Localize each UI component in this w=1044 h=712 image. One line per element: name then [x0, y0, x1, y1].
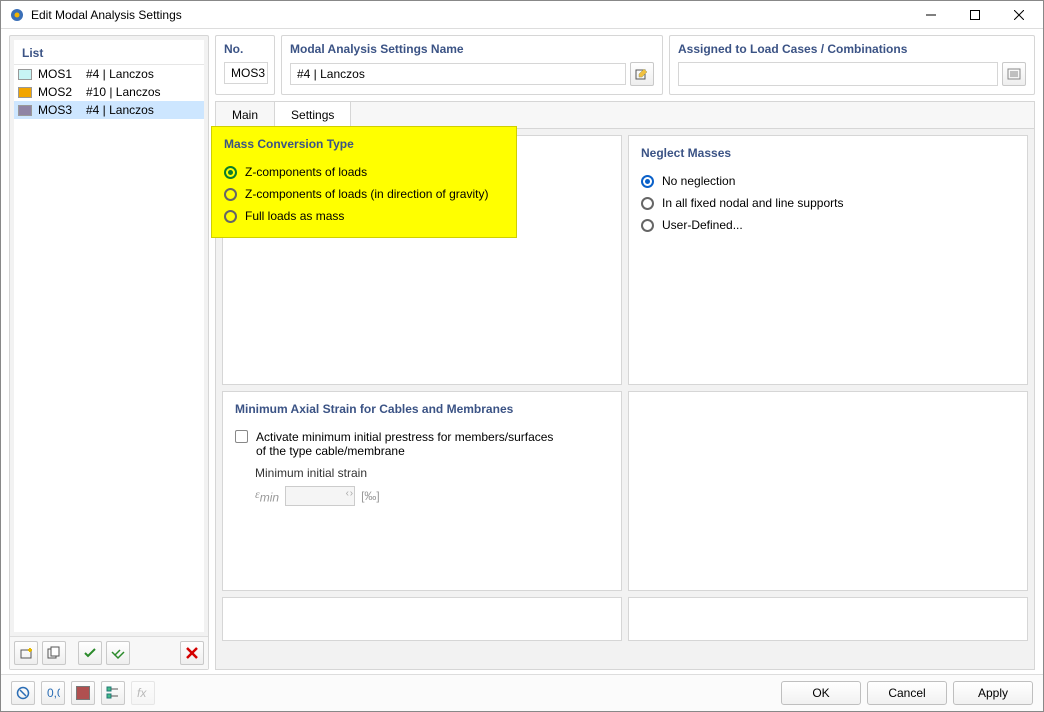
list-item[interactable]: MOS1 #4 | Lanczos: [14, 65, 204, 83]
assigned-input[interactable]: [678, 62, 998, 86]
min-strain-unit: [‰]: [361, 489, 380, 503]
radio-no-neglection[interactable]: No neglection: [641, 170, 1015, 192]
list-item-id: MOS1: [38, 67, 80, 81]
radio-all-fixed[interactable]: In all fixed nodal and line supports: [641, 192, 1015, 214]
ok-button[interactable]: OK: [781, 681, 861, 705]
epsilon-symbol: εmin: [255, 487, 279, 504]
tree-button[interactable]: [101, 681, 125, 705]
radio-icon: [224, 210, 237, 223]
cancel-button[interactable]: Cancel: [867, 681, 947, 705]
titlebar: Edit Modal Analysis Settings: [1, 1, 1043, 29]
list-header: List: [14, 40, 204, 65]
svg-text:0,00: 0,00: [47, 686, 60, 700]
settings-name-input[interactable]: #4 | Lanczos: [290, 63, 626, 85]
function-button[interactable]: fx: [131, 681, 155, 705]
list-item-name: #10 | Lanczos: [86, 85, 161, 99]
empty-group-1: [628, 391, 1028, 591]
list-item-id: MOS2: [38, 85, 80, 99]
name-label: Modal Analysis Settings Name: [282, 36, 662, 58]
new-item-button[interactable]: [14, 641, 38, 665]
radio-label: In all fixed nodal and line supports: [662, 196, 843, 210]
color-swatch: [18, 87, 32, 98]
svg-text:fx: fx: [137, 686, 147, 700]
list-toolbar: [10, 636, 208, 669]
close-button[interactable]: [997, 1, 1041, 29]
activate-prestress-row[interactable]: Activate minimum initial prestress for m…: [235, 426, 609, 462]
tab-settings[interactable]: Settings: [275, 102, 351, 129]
units-button[interactable]: 0,00: [41, 681, 65, 705]
radio-label: Z-components of loads (in direction of g…: [245, 187, 488, 201]
delete-item-button[interactable]: [180, 641, 204, 665]
min-strain-spinner[interactable]: [285, 486, 355, 506]
neglect-title: Neglect Masses: [641, 146, 1015, 160]
radio-icon: [641, 219, 654, 232]
min-strain-title: Minimum Axial Strain for Cables and Memb…: [235, 402, 609, 416]
radio-z-components-gravity[interactable]: Z-components of loads (in direction of g…: [224, 183, 504, 205]
radio-full-loads[interactable]: Full loads as mass: [224, 205, 504, 227]
bottom-toolbar: 0,00 fx OK Cancel Apply: [1, 674, 1043, 711]
help-button[interactable]: [11, 681, 35, 705]
empty-group-2: [222, 597, 622, 641]
list-item-name: #4 | Lanczos: [86, 67, 154, 81]
color-button[interactable]: [71, 681, 95, 705]
assigned-box: Assigned to Load Cases / Combinations: [669, 35, 1035, 95]
neglect-masses-group: Neglect Masses No neglection In all fixe…: [628, 135, 1028, 385]
mass-conversion-title: Mass Conversion Type: [224, 137, 504, 151]
checkbox-label: Activate minimum initial prestress for m…: [256, 430, 556, 458]
assigned-details-icon[interactable]: [1002, 62, 1026, 86]
radio-icon: [224, 188, 237, 201]
radio-icon: [641, 175, 654, 188]
list-item-name: #4 | Lanczos: [86, 103, 154, 117]
color-swatch: [18, 105, 32, 116]
number-label: No.: [216, 36, 274, 58]
copy-item-button[interactable]: [42, 641, 66, 665]
maximize-button[interactable]: [953, 1, 997, 29]
radio-icon: [224, 166, 237, 179]
radio-label: User-Defined...: [662, 218, 743, 232]
window-title: Edit Modal Analysis Settings: [31, 8, 909, 22]
checkbox-icon: [235, 430, 248, 443]
number-value[interactable]: MOS3: [224, 62, 268, 84]
name-box: Modal Analysis Settings Name #4 | Lanczo…: [281, 35, 663, 95]
min-strain-group: Minimum Axial Strain for Cables and Memb…: [222, 391, 622, 591]
number-box: No. MOS3: [215, 35, 275, 95]
radio-user-defined[interactable]: User-Defined...: [641, 214, 1015, 236]
minimize-button[interactable]: [909, 1, 953, 29]
check-item-button[interactable]: [78, 641, 102, 665]
list-item[interactable]: MOS2 #10 | Lanczos: [14, 83, 204, 101]
apply-button[interactable]: Apply: [953, 681, 1033, 705]
radio-label: Full loads as mass: [245, 209, 344, 223]
tabs-container: Main Settings Mass Conversion Type Z-com…: [215, 101, 1035, 670]
tab-main[interactable]: Main: [216, 102, 275, 128]
list-panel: List MOS1 #4 | Lanczos MOS2 #10 | Lanczo…: [9, 35, 209, 670]
list-item-id: MOS3: [38, 103, 80, 117]
list-item[interactable]: MOS3 #4 | Lanczos: [14, 101, 204, 119]
radio-icon: [641, 197, 654, 210]
radio-label: No neglection: [662, 174, 735, 188]
min-strain-label: Minimum initial strain: [255, 466, 609, 480]
empty-group-3: [628, 597, 1028, 641]
assigned-label: Assigned to Load Cases / Combinations: [670, 36, 1034, 58]
check-all-button[interactable]: [106, 641, 130, 665]
app-icon: [9, 7, 25, 23]
mass-conversion-group: Mass Conversion Type Z-components of loa…: [222, 135, 622, 385]
rename-icon[interactable]: [630, 62, 654, 86]
radio-label: Z-components of loads: [245, 165, 367, 179]
color-swatch: [18, 69, 32, 80]
radio-z-components[interactable]: Z-components of loads: [224, 161, 504, 183]
